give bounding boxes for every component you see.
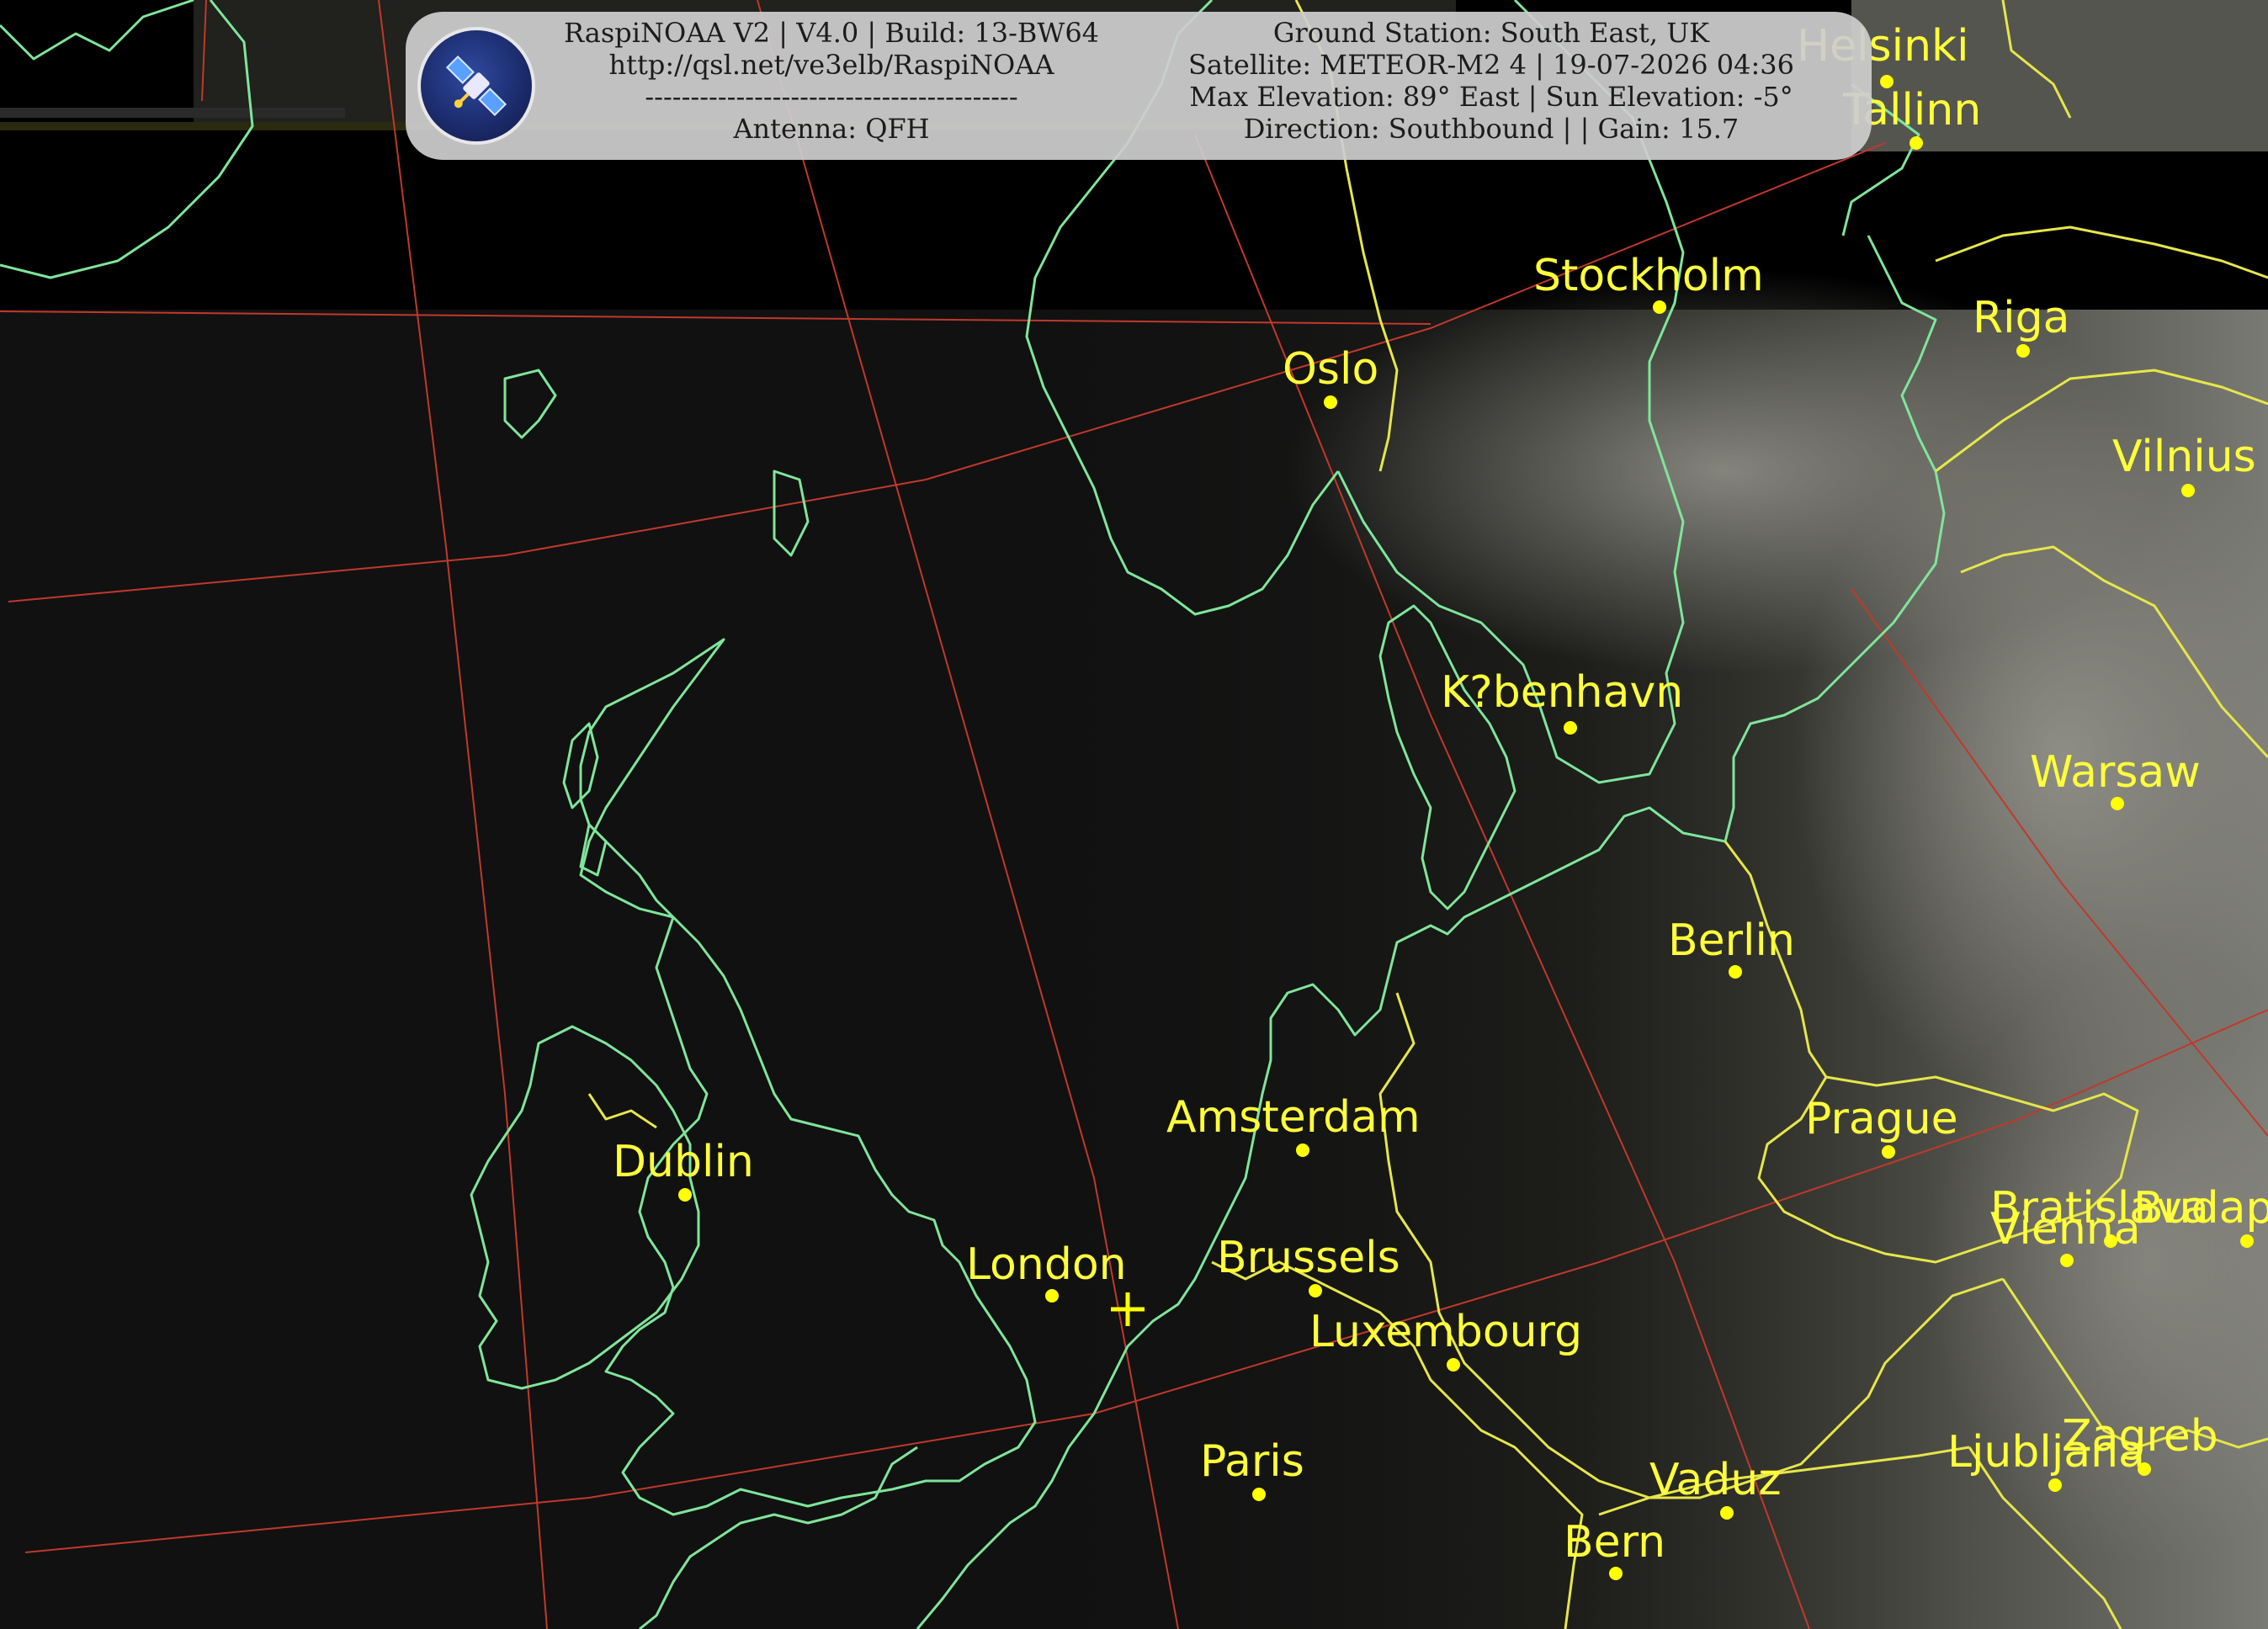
city-marker [2138, 1462, 2151, 1476]
city-marker [1324, 395, 1337, 409]
city-marker [1729, 965, 1742, 979]
city-marker [1882, 1145, 1895, 1159]
city-label: Luxembourg [1309, 1307, 1582, 1357]
city-marker [2111, 797, 2124, 810]
city-marker [1564, 721, 1577, 735]
city-marker [1609, 1567, 1623, 1580]
city-marker [1252, 1488, 1266, 1501]
city-label: London [966, 1239, 1127, 1290]
city-marker [2016, 344, 2030, 358]
city-marker [1909, 136, 1923, 150]
city-label: Vaduz [1649, 1455, 1782, 1505]
city-marker [1296, 1143, 1309, 1157]
software-url: http://qsl.net/ve3elb/RaspiNOAA [608, 49, 1054, 81]
ground-station: Ground Station: South East, UK [1272, 17, 1710, 49]
city-label: Bern [1564, 1517, 1665, 1568]
elevation-info: Max Elevation: 89° East | Sun Elevation:… [1189, 81, 1793, 113]
city-marker [1720, 1506, 1734, 1520]
city-label: Paris [1200, 1436, 1304, 1487]
city-label: Budapest [2133, 1183, 2268, 1234]
satellite-icon [417, 27, 535, 145]
city-marker [1447, 1358, 1460, 1372]
city-label: Warsaw [2030, 747, 2201, 798]
antenna-type: Antenna: QFH [733, 113, 930, 145]
software-info: RaspiNOAA V2 | V4.0 | Build: 13-BW64 htt… [562, 17, 1101, 145]
city-label: Brussels [1217, 1233, 1400, 1283]
city-marker [1653, 300, 1666, 314]
pass-info-header: RaspiNOAA V2 | V4.0 | Build: 13-BW64 htt… [406, 12, 1872, 160]
satellite-datetime: Satellite: METEOR-M2 4 | 19-07-2026 04:3… [1188, 49, 1794, 81]
city-label: Berlin [1668, 915, 1795, 966]
city-label: Riga [1973, 293, 2069, 343]
city-label: Vienna [1990, 1204, 2141, 1255]
city-marker [2060, 1254, 2074, 1267]
city-marker [1309, 1284, 1322, 1297]
city-label: Prague [1805, 1094, 1958, 1144]
scan-line [0, 108, 345, 118]
city-marker [1045, 1289, 1059, 1303]
city-label: Amsterdam [1166, 1092, 1421, 1143]
city-label: K?benhavn [1441, 667, 1683, 718]
city-marker [2181, 484, 2195, 497]
city-label: Dublin [613, 1137, 754, 1187]
software-version: RaspiNOAA V2 | V4.0 | Build: 13-BW64 [563, 17, 1100, 49]
pass-info: Ground Station: South East, UK Satellite… [1163, 17, 1819, 145]
satellite-map: HelsinkiTallinnStockholmRigaOsloVilniusK… [0, 0, 2268, 1629]
city-label: Oslo [1283, 344, 1378, 395]
city-marker [2048, 1478, 2062, 1492]
separator: ----------------------------------------… [645, 81, 1018, 113]
direction-gain: Direction: Southbound | | Gain: 15.7 [1243, 113, 1740, 145]
city-label: Vilnius [2112, 432, 2256, 482]
city-marker [678, 1188, 692, 1202]
city-marker [2240, 1234, 2254, 1248]
city-label: Zagreb [2062, 1411, 2218, 1462]
city-label: Stockholm [1533, 251, 1764, 301]
